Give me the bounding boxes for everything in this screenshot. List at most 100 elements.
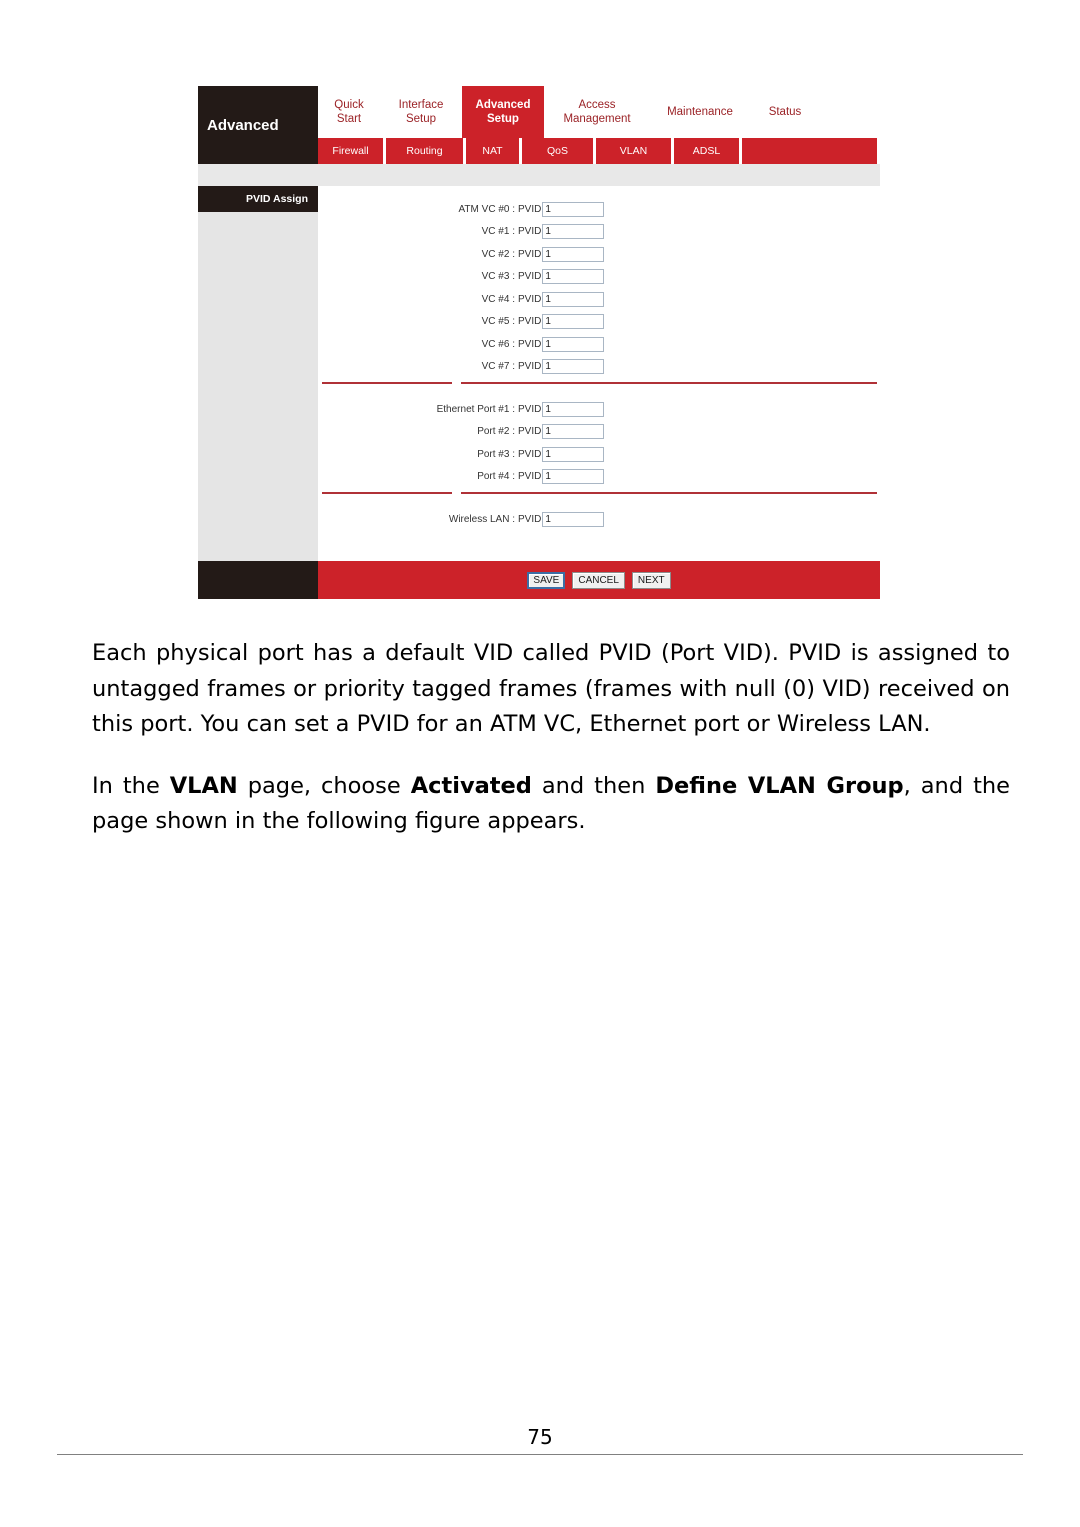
- paragraph-vlan-instruction: In the VLAN page, choose Activated and t…: [92, 769, 1010, 840]
- vc-2-pvid-text: PVID: [518, 248, 542, 260]
- vc-2-label: VC #2 :: [481, 248, 515, 260]
- toolbar-strip: [198, 164, 880, 186]
- ethernet-port-4-pvid-input[interactable]: [542, 469, 605, 485]
- tab-access-management-line1: Access: [578, 98, 616, 111]
- router-admin-figure: Advanced Quick Start Interface Setup Adv…: [198, 86, 880, 599]
- tab-access-management-line2: Management: [563, 113, 631, 125]
- tab-quick-start[interactable]: Quick Start: [318, 86, 380, 138]
- atm-vc-0-pvid-text: PVID: [518, 203, 542, 215]
- form-row: ATM VC #0 : PVID: [318, 198, 880, 221]
- wireless-lan-group: Wireless LAN : PVID: [318, 498, 880, 531]
- vc-1-pvid-input[interactable]: [542, 224, 605, 240]
- form-row: Wireless LAN : PVID: [318, 508, 880, 531]
- vc-6-label: VC #6 :: [481, 338, 515, 350]
- vc-4-pvid-input[interactable]: [542, 291, 605, 307]
- subtab-routing[interactable]: Routing: [386, 138, 466, 164]
- subtab-qos-label: QoS: [546, 145, 568, 157]
- wireless-lan-pvid-input[interactable]: [542, 511, 605, 527]
- para2-part1: In the: [92, 772, 170, 799]
- sub-tab-bar: Firewall Routing NAT QoS VLAN ADSL: [318, 138, 880, 164]
- form-row: VC #5 : PVID: [318, 311, 880, 334]
- vc-2-pvid-input[interactable]: [542, 246, 605, 262]
- tab-access-management[interactable]: Access Management: [544, 86, 650, 138]
- cancel-button[interactable]: CANCEL: [572, 571, 625, 589]
- sidebar-item-pvid-assign[interactable]: PVID Assign: [198, 186, 318, 212]
- next-button[interactable]: NEXT: [631, 571, 671, 589]
- tab-maintenance[interactable]: Maintenance: [650, 86, 750, 138]
- atm-vc-group: ATM VC #0 : PVID VC #1 : PVID VC #2 : PV…: [318, 186, 880, 378]
- form-row: VC #4 : PVID: [318, 288, 880, 311]
- vc-1-label: VC #1 :: [481, 226, 515, 238]
- form-row: VC #6 : PVID: [318, 333, 880, 356]
- subtab-qos[interactable]: QoS: [522, 138, 596, 164]
- form-row: Ethernet Port #1 : PVID: [318, 398, 880, 421]
- vc-5-pvid-input[interactable]: [542, 314, 605, 330]
- page-number: 75: [527, 1425, 553, 1449]
- form-row: Port #3 : PVID: [318, 443, 880, 466]
- ethernet-port-1-pvid-input[interactable]: [542, 401, 605, 417]
- sidebar-item-pvid-assign-label: PVID Assign: [245, 193, 308, 205]
- paragraph-pvid-description: Each physical port has a default VID cal…: [92, 640, 1010, 737]
- para2-bold-activated: Activated: [410, 772, 532, 799]
- ui-footer: SAVE CANCEL NEXT: [198, 561, 880, 599]
- footer-left-block: [198, 561, 318, 599]
- vc-7-pvid-input[interactable]: [542, 359, 605, 375]
- ethernet-port-2-pvid-input[interactable]: [542, 424, 605, 440]
- form-row: VC #3 : PVID: [318, 266, 880, 289]
- divider-segment-right: [461, 492, 877, 494]
- subtab-vlan[interactable]: VLAN: [596, 138, 674, 164]
- ethernet-port-2-pvid-text: PVID: [518, 426, 542, 438]
- atm-vc-0-label: ATM VC #0 :: [458, 203, 516, 215]
- subtab-adsl[interactable]: ADSL: [674, 138, 742, 164]
- save-button[interactable]: SAVE: [527, 571, 566, 589]
- ethernet-port-3-label: Port #3 :: [477, 448, 515, 460]
- section-divider-eth-wlan: [318, 488, 880, 498]
- vc-5-pvid-text: PVID: [518, 316, 542, 328]
- divider-segment-left: [322, 492, 452, 494]
- sidebar: PVID Assign: [198, 186, 318, 561]
- tab-interface-setup-line1: Interface: [398, 98, 444, 111]
- ethernet-port-4-label: Port #4 :: [477, 471, 515, 483]
- ethernet-port-2-label: Port #2 :: [477, 426, 515, 438]
- ethernet-port-3-pvid-text: PVID: [518, 448, 542, 460]
- subtab-firewall[interactable]: Firewall: [318, 138, 386, 164]
- tab-advanced-setup[interactable]: Advanced Setup: [462, 86, 544, 138]
- form-row: VC #1 : PVID: [318, 221, 880, 244]
- atm-vc-0-pvid-input[interactable]: [542, 201, 605, 217]
- subtab-nat[interactable]: NAT: [466, 138, 522, 164]
- vc-3-pvid-text: PVID: [518, 271, 542, 283]
- ethernet-port-group: Ethernet Port #1 : PVID Port #2 : PVID P…: [318, 388, 880, 488]
- form-row: VC #7 : PVID: [318, 356, 880, 379]
- primary-tab-bar: Quick Start Interface Setup Advanced Set…: [318, 86, 880, 138]
- tab-advanced-setup-line2: Setup: [487, 113, 519, 125]
- tab-status-label: Status: [768, 105, 802, 118]
- subtab-nat-label: NAT: [482, 145, 503, 157]
- brand-label: Advanced: [207, 116, 279, 134]
- document-body: Each physical port has a default VID cal…: [92, 636, 1010, 840]
- vc-3-pvid-input[interactable]: [542, 269, 605, 285]
- subtab-firewall-label: Firewall: [332, 145, 369, 157]
- divider-gap: [452, 382, 461, 384]
- tab-status[interactable]: Status: [750, 86, 820, 138]
- vc-4-label: VC #4 :: [481, 293, 515, 305]
- wireless-lan-pvid-text: PVID: [518, 513, 542, 525]
- form-row: Port #2 : PVID: [318, 421, 880, 444]
- vc-7-label: VC #7 :: [481, 361, 515, 373]
- footer-divider-rule: [57, 1454, 1023, 1455]
- vc-6-pvid-input[interactable]: [542, 336, 605, 352]
- content-panel: ATM VC #0 : PVID VC #1 : PVID VC #2 : PV…: [318, 186, 880, 561]
- ui-body: PVID Assign ATM VC #0 : PVID VC #1 : PVI…: [198, 186, 880, 561]
- ui-header: Advanced Quick Start Interface Setup Adv…: [198, 86, 880, 164]
- footer-button-bar: SAVE CANCEL NEXT: [318, 561, 880, 599]
- tab-quick-start-line2: Start: [336, 113, 362, 125]
- ethernet-port-1-label: Ethernet Port #1 :: [436, 403, 515, 415]
- tab-quick-start-line1: Quick: [334, 98, 364, 111]
- ethernet-port-3-pvid-input[interactable]: [542, 446, 605, 462]
- divider-gap: [452, 492, 461, 494]
- tab-interface-setup[interactable]: Interface Setup: [380, 86, 462, 138]
- divider-segment-right: [461, 382, 877, 384]
- para2-bold-vlan: VLAN: [169, 772, 238, 799]
- form-row: VC #2 : PVID: [318, 243, 880, 266]
- subtab-filler: [742, 138, 880, 164]
- vc-1-pvid-text: PVID: [518, 226, 542, 238]
